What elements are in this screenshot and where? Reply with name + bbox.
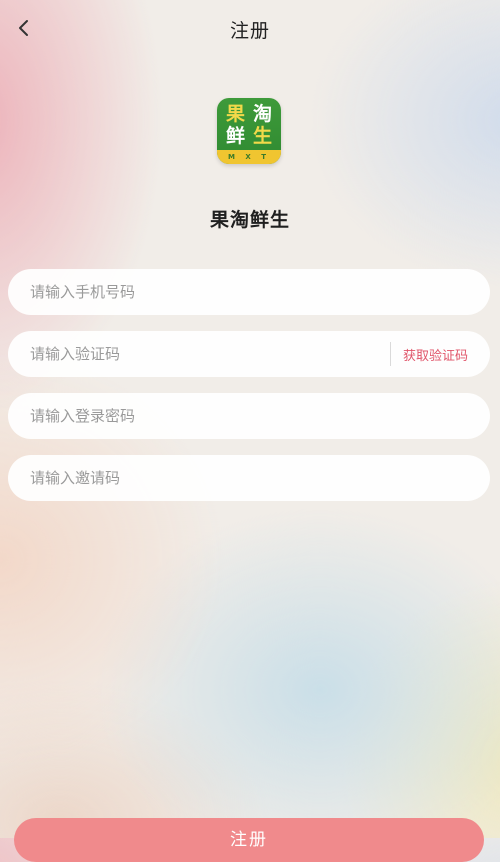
app-name: 果淘鲜生 (209, 209, 290, 231)
logo-band: M X T (217, 150, 281, 164)
invite-code-field[interactable] (8, 455, 490, 501)
app-logo: 果 淘 鲜 生 M X T (217, 98, 281, 164)
password-input[interactable] (30, 407, 468, 425)
verification-code-field[interactable]: 获取验证码 (8, 331, 490, 377)
logo-char-1: 果 (225, 103, 245, 125)
register-button[interactable]: 注册 (14, 818, 484, 862)
page-title: 注册 (229, 20, 270, 42)
nav-bar: 注册 (0, 0, 500, 56)
phone-input[interactable] (30, 283, 468, 301)
get-code-button[interactable]: 获取验证码 (403, 345, 468, 364)
logo-char-2: 淘 (252, 103, 272, 125)
verification-code-input[interactable] (30, 345, 382, 363)
logo-char-3: 鲜 (225, 125, 245, 147)
phone-field[interactable] (8, 269, 490, 315)
logo-char-4: 生 (252, 125, 272, 147)
field-divider (389, 342, 391, 366)
invite-code-input[interactable] (30, 469, 468, 487)
password-field[interactable] (8, 393, 490, 439)
logo-characters: 果 淘 鲜 生 (222, 103, 276, 147)
